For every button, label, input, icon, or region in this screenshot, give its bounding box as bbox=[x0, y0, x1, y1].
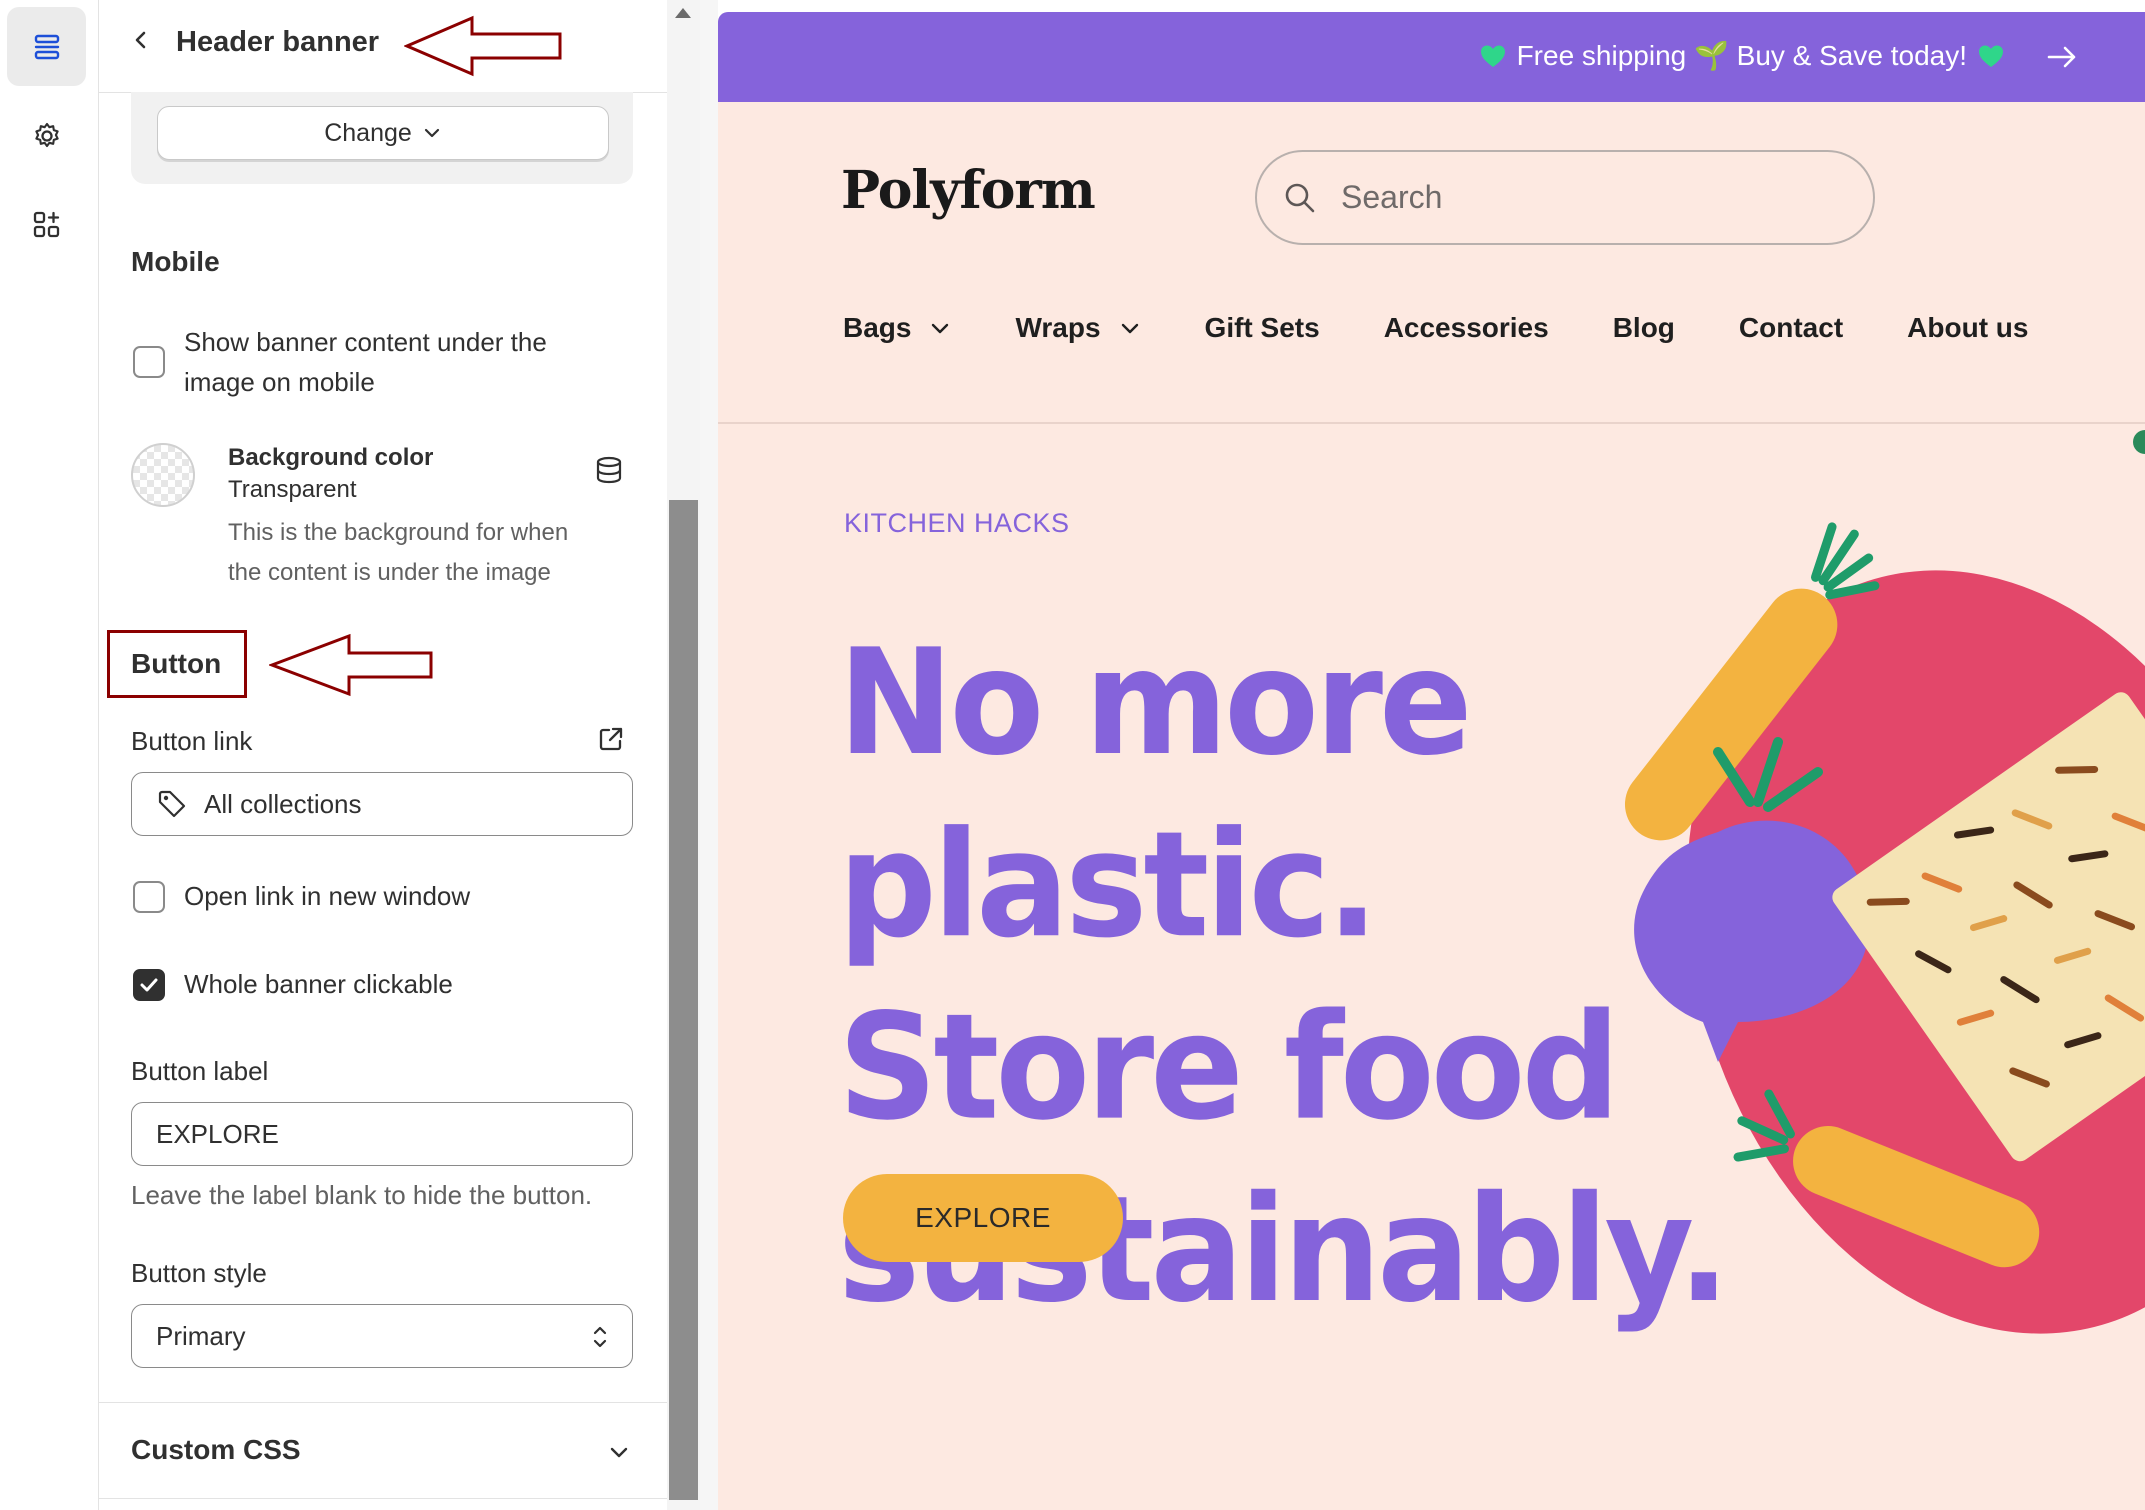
store-preview: Free shipping 🌱 Buy & Save today! Polyfo… bbox=[718, 12, 2145, 1510]
external-link-icon[interactable] bbox=[596, 724, 626, 754]
background-color-help: This is the background for when the cont… bbox=[228, 513, 568, 593]
change-image-button[interactable]: Change bbox=[157, 106, 609, 160]
headline-line2: Store food bbox=[838, 981, 1620, 1153]
button-style-label: Button style bbox=[131, 1258, 267, 1288]
chevron-left-icon[interactable] bbox=[129, 28, 153, 52]
settings-panel: Header banner Change Mobile Show banner … bbox=[99, 0, 700, 1510]
open-new-window-checkbox[interactable] bbox=[133, 881, 165, 913]
sections-icon bbox=[34, 34, 59, 59]
background-color-label: Background color bbox=[228, 444, 434, 471]
change-button-label: Change bbox=[324, 118, 412, 147]
preview-gutter bbox=[700, 0, 718, 1510]
scroll-up-arrow[interactable] bbox=[675, 8, 691, 18]
explore-button[interactable]: EXPLORE bbox=[843, 1174, 1123, 1262]
button-label-value: EXPLORE bbox=[156, 1118, 279, 1149]
show-under-image-label: Show banner content under the image on m… bbox=[184, 322, 547, 402]
open-new-window-label: Open link in new window bbox=[184, 881, 471, 911]
custom-css-title[interactable]: Custom CSS bbox=[131, 1434, 301, 1466]
button-section-title: Button bbox=[131, 648, 222, 679]
mobile-section-title: Mobile bbox=[131, 246, 220, 277]
left-rail bbox=[0, 0, 99, 1510]
panel-header: Header banner bbox=[99, 0, 667, 93]
sections-button[interactable] bbox=[7, 7, 86, 86]
background-help-line2: the content is under the image bbox=[228, 559, 551, 586]
scrollbar-thumb[interactable] bbox=[669, 500, 698, 1500]
button-style-value: Primary bbox=[156, 1320, 246, 1351]
headline-line1: No more plastic. bbox=[838, 617, 1473, 971]
chevron-down-icon[interactable] bbox=[607, 1440, 631, 1464]
button-link-label: Button link bbox=[131, 726, 253, 756]
select-arrows-icon bbox=[593, 1326, 607, 1348]
button-style-select[interactable]: Primary bbox=[131, 1304, 633, 1368]
database-icon[interactable] bbox=[594, 455, 624, 485]
show-under-image-line1: Show banner content under the bbox=[184, 327, 547, 357]
annotation-arrow-icon bbox=[404, 15, 562, 77]
button-label-input[interactable]: EXPLORE bbox=[131, 1102, 633, 1166]
background-help-line1: This is the background for when bbox=[228, 519, 569, 546]
gear-icon bbox=[34, 122, 59, 147]
panel-title: Header banner bbox=[176, 26, 380, 58]
show-under-image-checkbox[interactable] bbox=[133, 346, 165, 378]
hero-kicker: KITCHEN HACKS bbox=[844, 508, 1070, 538]
whole-banner-label: Whole banner clickable bbox=[184, 969, 453, 999]
apps-button[interactable] bbox=[7, 185, 86, 264]
button-label-help: Leave the label blank to hide the button… bbox=[131, 1180, 593, 1210]
button-link-value: All collections bbox=[204, 788, 362, 819]
apps-icon bbox=[33, 211, 59, 237]
background-color-swatch[interactable] bbox=[131, 443, 195, 507]
theme-settings-button[interactable] bbox=[7, 96, 86, 175]
section-divider bbox=[99, 1402, 667, 1403]
chevron-down-icon bbox=[424, 128, 439, 138]
annotation-arrow-icon bbox=[269, 633, 433, 697]
whole-banner-checkbox[interactable] bbox=[133, 969, 165, 1001]
background-color-value: Transparent bbox=[228, 476, 357, 503]
button-link-input[interactable]: All collections bbox=[131, 772, 633, 836]
button-label-label: Button label bbox=[131, 1056, 269, 1086]
image-picker-card: Change bbox=[131, 92, 633, 184]
section-divider bbox=[99, 1498, 667, 1499]
show-under-image-line2: image on mobile bbox=[184, 367, 375, 397]
checkmark-icon bbox=[140, 978, 158, 992]
tag-icon bbox=[158, 790, 186, 818]
